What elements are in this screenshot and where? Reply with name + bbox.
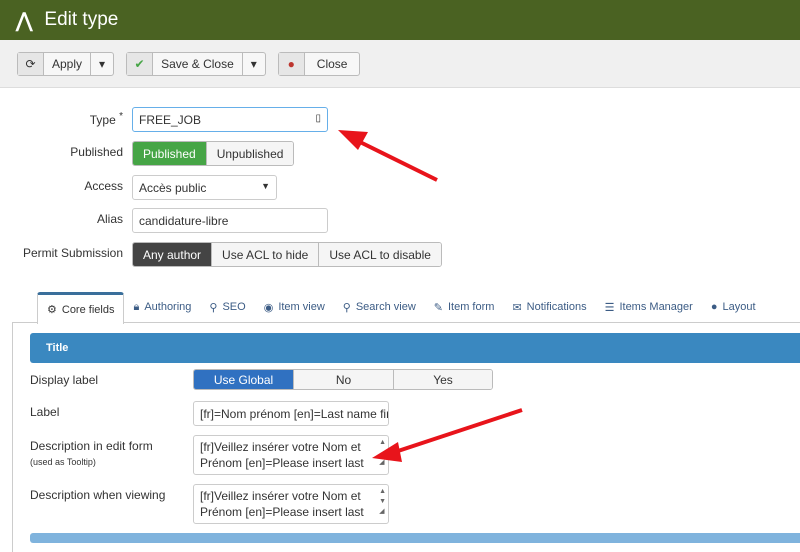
- arrow-head: [338, 130, 368, 150]
- annotation-arrow: [394, 408, 523, 454]
- arrow-head: [372, 442, 402, 462]
- annotation-arrow: [359, 140, 438, 182]
- annotation-arrows: [338, 130, 523, 462]
